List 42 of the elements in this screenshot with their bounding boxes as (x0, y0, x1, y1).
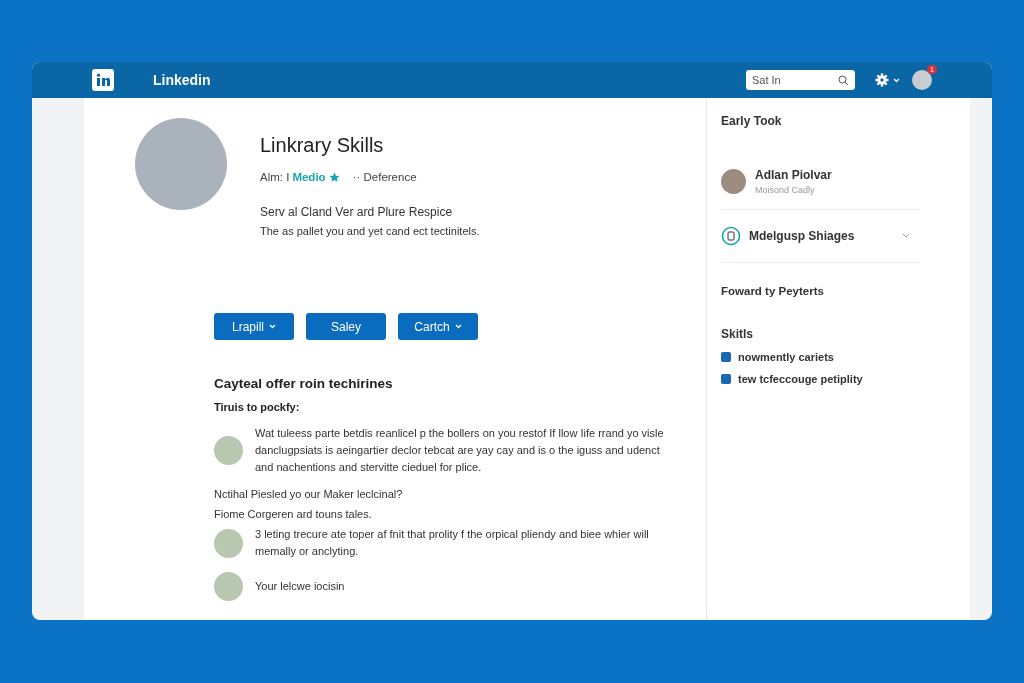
meta-link[interactable]: Medio (292, 171, 326, 183)
post-text: Nctihal Piesled yo our Maker leclcinal? (214, 488, 404, 500)
section-subtitle: Tiruis to pockfy: (214, 401, 301, 413)
profile-avatar[interactable] (912, 70, 932, 90)
caret-icon (269, 324, 276, 329)
sidebar-link[interactable]: Foward ty Peyterts (721, 285, 940, 297)
search-field[interactable]: Sat In (746, 70, 855, 90)
group-row[interactable]: Mdelgusp Shiages (721, 210, 920, 263)
meta-label: Alm: I (260, 171, 290, 183)
profile-headline: Serv al Cland Ver ard Plure Respice (260, 205, 454, 219)
star-icon (328, 171, 340, 183)
skill-name: tew tcfeccouge petiplity (738, 373, 863, 385)
sidebar-title: Early Took (721, 114, 783, 128)
avatar-circle (214, 528, 243, 558)
action-button[interactable]: Lrapill (214, 313, 294, 340)
skill-name: nowmently cariets (738, 351, 834, 363)
brand-name: Linkedin (153, 72, 211, 88)
avatar-circle (721, 169, 746, 194)
caret-icon (893, 77, 900, 83)
group-icon (721, 226, 741, 246)
avatar-circle (214, 436, 243, 465)
profile-name: Linkrary Skills (260, 134, 385, 157)
profile-summary: The as pallet you and yet cand ect tectinitels. (260, 225, 480, 237)
section-title: Cayteal offer roin techirines (214, 376, 394, 391)
post-text: Wat tuleess parte betdis reanlicel p the bollers on you restof If llow Iife rrand yo visle danclugpsiats is aeingartier declor tebcat are yay cay and is o the iguss and udenct and nachentions and stervitte cieduel for plice. (255, 426, 665, 475)
caret-icon (454, 324, 462, 329)
action-button[interactable]: Cartch (398, 313, 478, 340)
post-text: Your lelcwe iocisin (255, 579, 345, 594)
meta-text: ·· Deference (352, 171, 417, 183)
person-name[interactable]: Adlan Piolvar (755, 168, 832, 182)
search-icon[interactable] (838, 74, 849, 86)
skill-icon (721, 374, 731, 384)
action-button[interactable]: Saley (306, 313, 386, 340)
person-role: Moisond Cadly (755, 185, 816, 195)
skill-icon (721, 352, 731, 362)
post-text: Fiome Corgeren ard touns tales. (214, 508, 373, 520)
chevron-icon (902, 233, 910, 239)
post-text: 3 leting trecure ate toper af fnit that prolity f the orpical pliendy and biee whier will memally or anclyting. (255, 527, 650, 559)
avatar-circle (214, 572, 243, 601)
logo-icon[interactable] (92, 69, 114, 91)
settings-menu[interactable] (875, 73, 900, 87)
skills-title: Skitls (721, 327, 754, 341)
